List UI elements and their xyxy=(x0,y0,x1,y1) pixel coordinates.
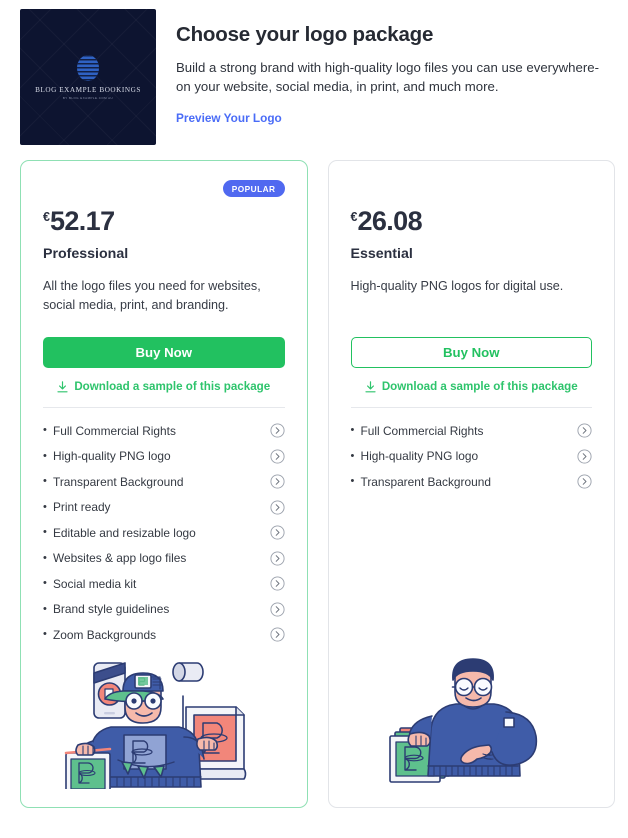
bullet-icon: • xyxy=(350,449,355,462)
feature-label: Zoom Backgrounds xyxy=(53,627,157,642)
illustration-professional-wrap xyxy=(43,649,285,807)
feature-label: Brand style guidelines xyxy=(53,602,170,617)
feature-label: Print ready xyxy=(53,500,111,515)
chevron-right-circle-icon[interactable] xyxy=(269,627,285,642)
chevron-right-circle-icon[interactable] xyxy=(577,423,592,438)
globe-icon xyxy=(77,54,99,81)
bullet-icon: • xyxy=(43,500,47,513)
feature-label: Transparent Background xyxy=(360,474,491,489)
chevron-right-circle-icon[interactable] xyxy=(269,474,285,489)
feature-label: Editable and resizable logo xyxy=(53,525,196,540)
bullet-icon: • xyxy=(43,628,47,641)
logo-preview-thumbnail[interactable]: BLOG EXAMPLE BOOKINGS BY BLOG EXAMPLE.CO… xyxy=(20,9,156,145)
bullet-icon: • xyxy=(43,475,47,488)
card-divider xyxy=(350,407,592,408)
list-item[interactable]: • Print ready xyxy=(43,495,285,521)
logo-tagline: BY BLOG EXAMPLE.COM AU xyxy=(62,95,114,100)
download-icon xyxy=(57,380,68,392)
list-item[interactable]: • Social media kit xyxy=(43,571,285,597)
list-item[interactable]: • Zoom Backgrounds xyxy=(43,622,285,648)
feature-label: Websites & app logo files xyxy=(53,551,187,566)
list-item[interactable]: • Editable and resizable logo xyxy=(43,520,285,546)
buy-now-button-professional[interactable]: Buy Now xyxy=(43,337,285,368)
list-item[interactable]: • High-quality PNG logo xyxy=(351,444,593,470)
list-item[interactable]: • Full Commercial Rights xyxy=(43,418,285,444)
feature-list-professional: • Full Commercial Rights • High-quality … xyxy=(43,418,285,648)
download-sample-link-essential[interactable]: Download a sample of this package xyxy=(351,380,593,393)
list-item[interactable]: • Transparent Background xyxy=(43,469,285,495)
price-essential: €26.08 xyxy=(351,208,593,235)
price-amount: 26.08 xyxy=(357,206,423,236)
list-item[interactable]: • Websites & app logo files xyxy=(43,546,285,572)
status-badge: POPULAR xyxy=(222,180,285,197)
chevron-right-circle-icon[interactable] xyxy=(269,423,285,438)
price-amount: 52.17 xyxy=(49,206,115,236)
designer-holding-print-samples-illustration xyxy=(388,658,537,783)
feature-label: High-quality PNG logo xyxy=(53,449,171,464)
preview-your-logo-link[interactable]: Preview Your Logo xyxy=(176,111,282,125)
download-sample-label: Download a sample of this package xyxy=(381,380,578,393)
chevron-right-circle-icon[interactable] xyxy=(269,449,285,464)
feature-list-essential: • Full Commercial Rights • High-quality … xyxy=(351,418,593,495)
feature-label: Transparent Background xyxy=(53,474,184,489)
pricing-cards-container: POPULAR €52.17 Professional All the logo… xyxy=(0,160,628,808)
feature-label: Social media kit xyxy=(53,576,137,591)
download-sample-label: Download a sample of this package xyxy=(74,380,271,393)
bullet-icon: • xyxy=(43,424,47,437)
feature-label: Full Commercial Rights xyxy=(53,423,176,438)
pricing-card-essential[interactable]: €26.08 Essential High-quality PNG logos … xyxy=(327,160,615,808)
pricing-card-professional[interactable]: POPULAR €52.17 Professional All the logo… xyxy=(20,160,308,808)
logo-brand-name: BLOG EXAMPLE BOOKINGS xyxy=(35,85,141,94)
card-divider xyxy=(43,407,285,408)
feature-label: High-quality PNG logo xyxy=(360,449,479,464)
list-item[interactable]: • Transparent Background xyxy=(351,469,593,495)
chevron-right-circle-icon[interactable] xyxy=(269,551,285,566)
download-sample-link-professional[interactable]: Download a sample of this package xyxy=(43,380,285,393)
feature-label: Full Commercial Rights xyxy=(360,423,484,438)
bullet-icon: • xyxy=(350,424,355,437)
plan-name-professional: Professional xyxy=(43,246,129,262)
bullet-icon: • xyxy=(43,526,47,539)
illustration-essential-wrap xyxy=(351,654,593,807)
chevron-right-circle-icon[interactable] xyxy=(269,525,285,540)
buy-now-button-essential[interactable]: Buy Now xyxy=(350,337,592,368)
chevron-right-circle-icon[interactable] xyxy=(269,602,285,617)
bullet-icon: • xyxy=(350,475,355,488)
chevron-right-circle-icon[interactable] xyxy=(577,474,592,489)
header-text-block: Choose your logo package Build a strong … xyxy=(176,9,614,160)
chevron-right-circle-icon[interactable] xyxy=(269,500,285,515)
chevron-right-circle-icon[interactable] xyxy=(269,576,285,591)
bullet-icon: • xyxy=(43,577,47,590)
designer-with-branded-materials-illustration xyxy=(65,662,247,789)
plan-name-essential: Essential xyxy=(350,246,413,262)
bullet-icon: • xyxy=(43,602,47,615)
page-header: BLOG EXAMPLE BOOKINGS BY BLOG EXAMPLE.CO… xyxy=(0,0,628,160)
download-icon xyxy=(365,380,376,392)
plan-description-essential: High-quality PNG logos for digital use. xyxy=(350,279,564,293)
list-item[interactable]: • Brand style guidelines xyxy=(43,597,285,623)
currency-symbol: € xyxy=(43,210,50,224)
list-item[interactable]: • High-quality PNG logo xyxy=(43,444,285,470)
page-title: Choose your logo package xyxy=(176,23,434,46)
plan-description-professional: All the logo files you need for websites… xyxy=(43,279,261,312)
page-subtitle: Build a strong brand with high-quality l… xyxy=(176,60,599,94)
chevron-right-circle-icon[interactable] xyxy=(577,449,592,464)
list-item[interactable]: • Full Commercial Rights xyxy=(351,418,593,444)
bullet-icon: • xyxy=(43,551,47,564)
price-professional: €52.17 xyxy=(43,208,285,235)
bullet-icon: • xyxy=(43,449,47,462)
